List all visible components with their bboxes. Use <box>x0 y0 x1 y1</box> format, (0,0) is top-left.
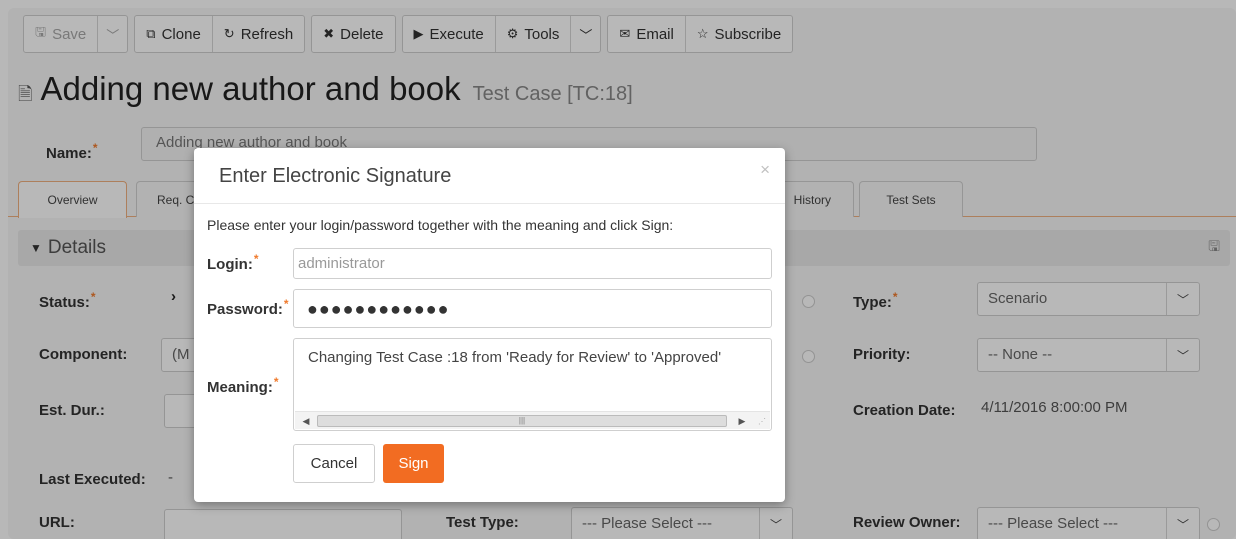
sign-button[interactable]: Sign <box>383 444 444 483</box>
dialog-divider <box>194 203 785 204</box>
required-asterisk: * <box>273 375 279 389</box>
electronic-signature-dialog: Enter Electronic Signature × Please ente… <box>194 148 785 502</box>
login-label: Login:* <box>207 252 259 273</box>
cancel-button[interactable]: Cancel <box>293 444 375 483</box>
meaning-label: Meaning:* <box>207 375 279 396</box>
scroll-left-icon[interactable]: ◀ <box>299 415 313 427</box>
close-icon[interactable]: × <box>760 160 770 180</box>
resize-grip-icon[interactable]: ⋰ <box>758 417 766 426</box>
dialog-instructions: Please enter your login/password togethe… <box>207 217 674 233</box>
login-input[interactable]: administrator <box>293 248 772 279</box>
scrollbar-thumb[interactable]: ||| <box>317 415 727 427</box>
meaning-textarea[interactable]: Changing Test Case :18 from 'Ready for R… <box>293 338 772 431</box>
password-input[interactable]: ●●●●●●●●●●●● <box>293 289 772 328</box>
password-label: Password:* <box>207 297 289 318</box>
required-asterisk: * <box>253 252 259 266</box>
meaning-label-text: Meaning: <box>207 379 273 396</box>
meaning-text: Changing Test Case :18 from 'Ready for R… <box>308 349 722 366</box>
required-asterisk: * <box>283 297 289 311</box>
login-label-text: Login: <box>207 256 253 273</box>
horizontal-scrollbar[interactable]: ◀ ||| ▶ ⋰ <box>295 411 770 429</box>
password-label-text: Password: <box>207 301 283 318</box>
dialog-title: Enter Electronic Signature <box>219 165 452 187</box>
scroll-right-icon[interactable]: ▶ <box>735 415 749 427</box>
